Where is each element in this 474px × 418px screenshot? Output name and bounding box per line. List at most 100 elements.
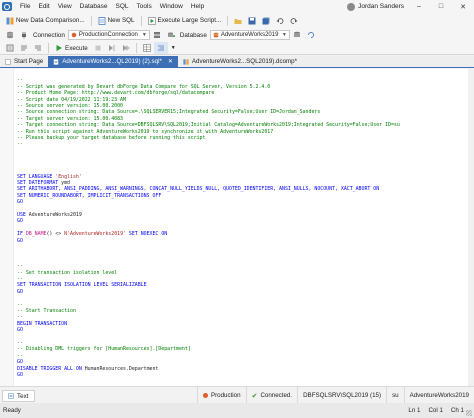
char-number: Ch 1 — [450, 407, 464, 414]
menu-edit[interactable]: Edit — [34, 0, 53, 13]
tab-start-page[interactable]: Start Page — [0, 56, 48, 67]
sql-file-icon — [54, 58, 59, 65]
status-bar: Ready Ln 1 Col 1 Ch 1 — [0, 403, 474, 418]
show-results-button[interactable] — [140, 42, 154, 54]
toggle-bookmark-button[interactable] — [3, 42, 17, 54]
user-account[interactable]: Jordan Sanders — [347, 0, 404, 13]
resize-grip-icon[interactable] — [466, 410, 472, 416]
code-token: -- — [17, 263, 23, 270]
line-number: Ln 1 — [408, 407, 421, 414]
code-token: -- Target connection string: Data Source… — [17, 122, 400, 129]
execute-button[interactable]: Execute — [52, 42, 91, 54]
stop-execution-button[interactable] — [91, 42, 105, 54]
ready-status: Ready — [3, 407, 21, 414]
cursor-position: Ln 1 Col 1 Ch 1 — [408, 403, 464, 418]
environment-status: Production — [196, 387, 246, 404]
database-options-button[interactable] — [290, 29, 304, 41]
comment-button[interactable] — [17, 42, 31, 54]
format-sql-button[interactable] — [153, 42, 168, 54]
code-area[interactable]: -- -- Script was generated by Devart dbFo… — [17, 71, 466, 386]
compare-file-icon — [183, 58, 189, 65]
database-select[interactable]: AdventureWorks2019 ▼ — [209, 30, 290, 40]
code-token: IF — [17, 231, 26, 238]
menu-view[interactable]: View — [54, 0, 76, 13]
user-name: Jordan Sanders — [358, 3, 404, 10]
menu-file[interactable]: File — [16, 0, 34, 13]
menu-database[interactable]: Database — [76, 0, 112, 13]
menu-window[interactable]: Window — [156, 0, 187, 13]
save-button[interactable] — [245, 15, 259, 27]
code-token: GO — [17, 199, 23, 206]
connected-status: ✔ Connected. — [245, 387, 298, 404]
refresh-connection-button[interactable] — [3, 29, 17, 41]
vertical-scrollbar[interactable] — [468, 69, 474, 386]
toolbar-separator — [140, 15, 142, 26]
code-token: GO — [17, 327, 23, 334]
connection-action-button[interactable] — [150, 29, 164, 41]
code-token: -- Set transaction isolation level — [17, 269, 118, 276]
code-token: -- Please backup your target database be… — [17, 135, 206, 142]
page-icon — [5, 58, 11, 65]
bookmark-icon — [6, 44, 14, 52]
menu-help[interactable]: Help — [187, 0, 208, 13]
database-refresh-button[interactable] — [304, 29, 318, 41]
document-tabs: Start Page AdventureWorks2...QL2019) (2)… — [0, 56, 474, 68]
user-status: su — [386, 387, 404, 404]
tab-sql-script[interactable]: AdventureWorks2...QL2019) (2).sql* ✕ — [48, 56, 178, 67]
text-view-tab[interactable]: Text — [2, 390, 35, 402]
code-token: GO — [17, 359, 23, 366]
menu-sql[interactable]: SQL — [112, 0, 133, 13]
new-sql-button[interactable]: New SQL — [95, 15, 138, 27]
tab-data-compare[interactable]: AdventureWorks2...SQL2019).dcomp* — [178, 56, 302, 67]
code-token: DB_NAME — [25, 231, 47, 238]
code-token: GO — [17, 218, 23, 225]
maximize-button[interactable]: □ — [430, 0, 452, 13]
code-token: -- Run this script against AdventureWork… — [17, 128, 274, 135]
uncomment-button[interactable] — [31, 42, 45, 54]
code-token: BEGIN TRANSACTION — [17, 320, 68, 327]
server-status: DBFSQLSRV\SQL2019 (15) — [297, 387, 386, 404]
execute-to-cursor-button[interactable] — [119, 42, 133, 54]
code-token: AdventureWorks2019 — [28, 211, 82, 218]
save-icon — [248, 17, 256, 24]
redo-icon — [290, 17, 298, 24]
new-data-comparison-button[interactable]: New Data Comparison... — [3, 15, 88, 27]
new-sql-icon — [98, 16, 105, 25]
redo-button[interactable] — [287, 15, 301, 27]
minimize-button[interactable]: – — [408, 0, 430, 13]
toolbar-overflow-button[interactable]: ▼ — [168, 42, 179, 54]
close-window-button[interactable]: ✕ — [452, 0, 474, 13]
menu-tools[interactable]: Tools — [133, 0, 156, 13]
toolbar-separator — [135, 43, 137, 53]
code-token: GO — [17, 237, 23, 244]
new-connection-button[interactable] — [164, 29, 178, 41]
code-token: ymd — [61, 179, 71, 186]
user-avatar-icon — [347, 2, 356, 11]
undo-icon — [276, 17, 284, 24]
play-icon — [56, 45, 62, 51]
code-token: 'English' — [55, 173, 82, 180]
chevron-down-icon: ▼ — [170, 45, 176, 51]
window-controls: – □ ✕ — [408, 0, 474, 13]
code-token: -- Product Home Page: http://www.devart.… — [17, 90, 215, 97]
save-all-button[interactable] — [259, 15, 273, 27]
connection-select[interactable]: ProductionConnection ▼ — [67, 30, 150, 40]
editor-gutter — [0, 69, 14, 386]
production-dot-icon — [202, 393, 208, 398]
code-token: GO — [17, 288, 23, 295]
toolbar-separator — [48, 43, 49, 53]
execute-large-script-button[interactable]: Execute Large Script... — [145, 15, 225, 27]
code-token: DISABLE TRIGGER ALL ON — [17, 365, 85, 372]
undo-button[interactable] — [273, 15, 287, 27]
execute-current-button[interactable] — [105, 42, 119, 54]
open-folder-icon — [234, 18, 242, 24]
format-icon — [157, 45, 164, 51]
chevron-down-icon: ▼ — [141, 32, 147, 38]
connection-settings-button[interactable] — [17, 29, 31, 41]
results-grid-icon — [142, 44, 151, 52]
code-token: HumanResources.Department — [84, 365, 159, 372]
sql-editor[interactable]: -- -- Script was generated by Devart dbFo… — [0, 69, 474, 386]
close-tab-icon[interactable]: ✕ — [168, 58, 173, 65]
code-token: SET ARITHABORT, ANSI_PADDING, ANSI_WARNI… — [17, 186, 380, 193]
open-file-button[interactable] — [231, 15, 245, 27]
